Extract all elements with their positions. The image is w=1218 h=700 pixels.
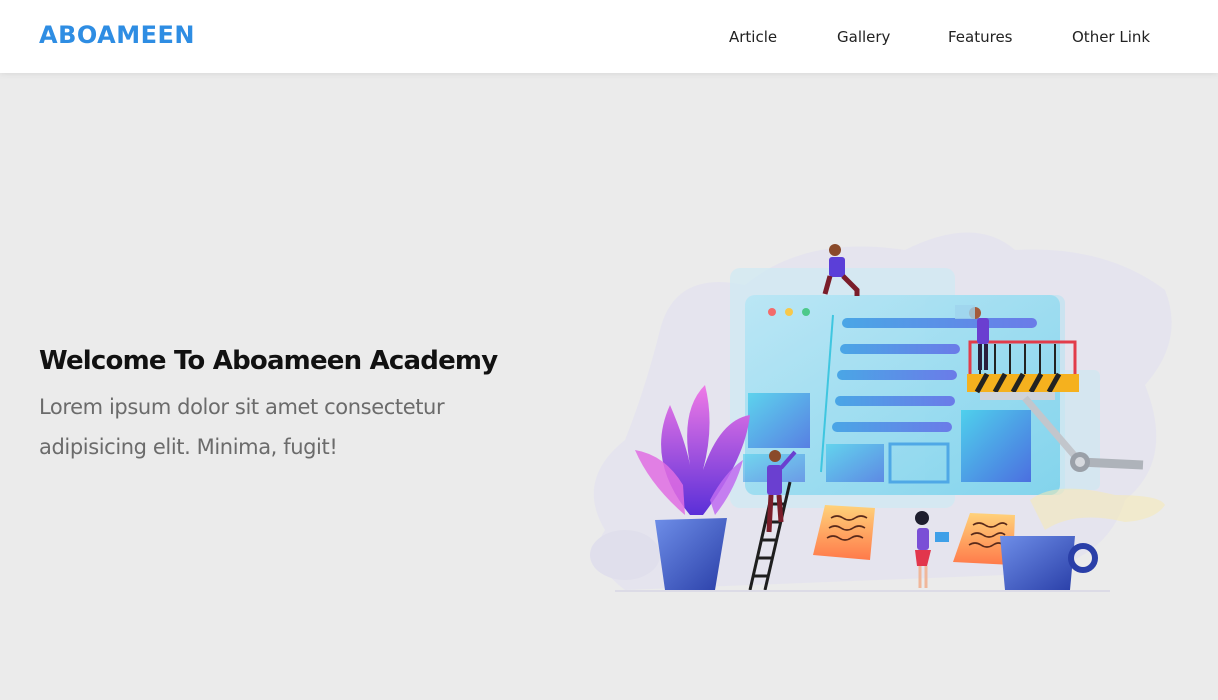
nav-link-features[interactable]: Features: [948, 28, 1013, 46]
nav-link-article[interactable]: Article: [729, 28, 777, 46]
nav-link-gallery[interactable]: Gallery: [837, 28, 890, 46]
hero-title: Welcome To Aboameen Academy: [39, 346, 498, 376]
top-navbar: ABOAMEEN Article Gallery Features Other …: [0, 0, 1218, 73]
team-building-website-illustration: [590, 232, 1172, 592]
hero-description: Lorem ipsum dolor sit amet consectetur a…: [39, 395, 445, 459]
site-logo[interactable]: ABOAMEEN: [39, 21, 195, 49]
nav-link-other[interactable]: Other Link: [1072, 28, 1150, 46]
